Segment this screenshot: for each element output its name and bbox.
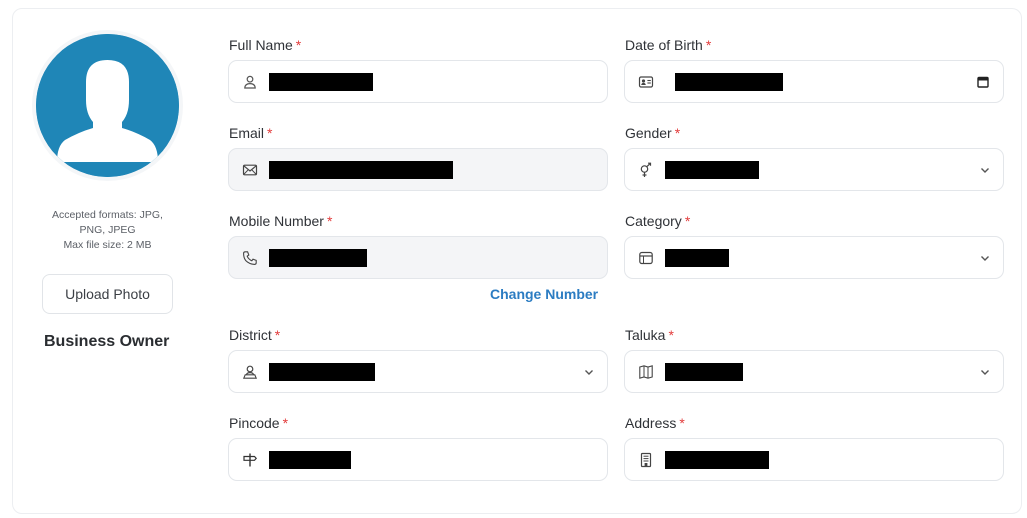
taluka-value [665,362,743,381]
id-card-icon [637,73,655,91]
mobile-value [269,248,367,267]
gender-select[interactable] [624,148,1004,191]
address-input[interactable] [624,438,1004,481]
taluka-label: Taluka * [625,327,674,343]
building-icon [637,451,655,469]
category-select[interactable] [624,236,1004,279]
email-label: Email * [229,125,273,141]
full-name-input[interactable] [228,60,608,103]
district-value [269,362,375,381]
max-file-size: Max file size: 2 MB [63,239,152,251]
email-value [269,160,453,179]
pincode-value [269,450,351,469]
required-mark: * [274,327,281,343]
avatar[interactable] [36,34,179,177]
required-mark: * [326,213,333,229]
category-value [665,248,729,267]
location-user-icon [241,363,259,381]
signpost-icon [241,451,259,469]
email-input[interactable] [228,148,608,191]
accepted-formats-note: Accepted formats: JPG, PNG, JPEG Max fil… [30,208,185,253]
district-select[interactable] [228,350,608,393]
mail-icon [241,161,259,179]
role-label: Business Owner [44,333,170,350]
required-mark: * [684,213,691,229]
mobile-label: Mobile Number * [229,213,333,229]
category-label: Category * [625,213,691,229]
full-name-value [269,72,373,91]
calendar-icon[interactable] [977,76,989,88]
gender-icon [637,161,655,179]
chevron-down-icon[interactable] [979,164,991,176]
chevron-down-icon[interactable] [979,252,991,264]
chevron-down-icon[interactable] [979,366,991,378]
pincode-input[interactable] [228,438,608,481]
pincode-label: Pincode * [229,415,289,431]
district-label: District * [229,327,281,343]
formats-line-1: Accepted formats: JPG, [52,209,163,221]
upload-photo-button[interactable]: Upload Photo [42,274,173,314]
full-name-label: Full Name * [229,37,302,53]
map-icon [637,363,655,381]
required-mark: * [679,415,685,431]
category-icon [637,249,655,267]
taluka-select[interactable] [624,350,1004,393]
address-label: Address * [625,415,685,431]
dob-input[interactable] [624,60,1004,103]
gender-value [665,160,759,179]
required-mark: * [282,415,289,431]
address-value [665,450,769,469]
user-avatar-icon [36,34,179,177]
mobile-input[interactable] [228,236,608,279]
gender-label: Gender * [625,125,681,141]
required-mark: * [267,125,273,141]
dob-value [675,72,783,91]
change-number-link[interactable]: Change Number [490,286,598,302]
required-mark: * [668,327,674,343]
phone-icon [241,249,259,267]
user-icon [241,73,259,91]
required-mark: * [295,37,302,53]
chevron-down-icon[interactable] [583,366,595,378]
required-mark: * [705,37,712,53]
formats-line-2: PNG, JPEG [79,224,136,236]
dob-label: Date of Birth * [625,37,712,53]
required-mark: * [674,125,681,141]
